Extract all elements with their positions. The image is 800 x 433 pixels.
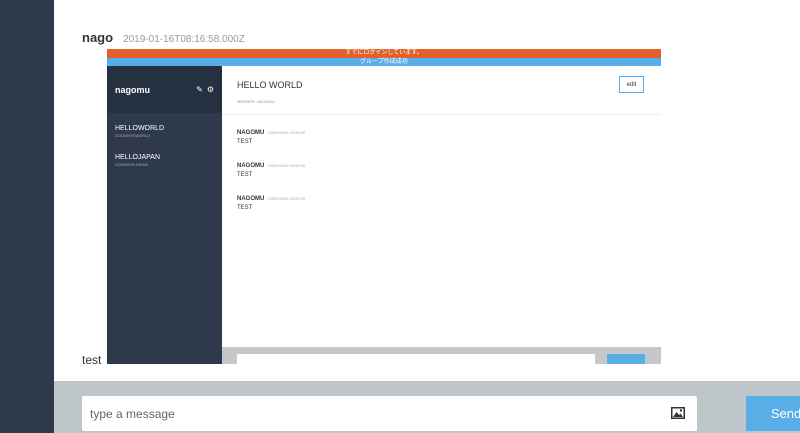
message-user: nago [82,30,114,45]
inner-group-item: HELLOJAPAN GOODBYEJAPAN [107,154,222,167]
inner-message-time: 0000/00/00 00:00:00 [268,163,306,168]
inner-main-header: HELLO WORLD MEMBER: NAGOMU edit [222,66,661,115]
inner-send-button [607,354,645,364]
message-form: Send [54,381,800,433]
inner-group-sub: GOODBYEWORLD [115,133,151,138]
group-alert: グループ作成成功 [107,58,661,66]
inner-message-time: 0000/00/00 00:00:00 [268,130,306,135]
inner-main: HELLO WORLD MEMBER: NAGOMU edit NAGOMU 0… [222,66,661,364]
inner-message: NAGOMU 0000/00/00 00:00:00 TEST [222,163,661,178]
message-image[interactable]: すでにログインしています。 グループ作成成功 nagomu ✎ ⚙ HELLOW… [107,49,661,364]
inner-message-body: TEST [237,205,253,211]
inner-message-input [237,354,595,364]
message-time: 2019-01-16T08:16:58.000Z [123,34,245,45]
inner-message: NAGOMU 0000/00/00 00:00:00 TEST [222,130,661,145]
inner-member-list: MEMBER: NAGOMU [237,99,275,104]
edit-icon: ✎ [196,85,203,94]
inner-user-name: nagomu [115,84,150,95]
inner-group-sub: GOODBYEJAPAN [115,162,148,167]
send-button[interactable]: Send [746,396,800,431]
inner-sidebar-header: nagomu ✎ ⚙ [107,66,222,113]
left-sidebar [0,0,54,433]
inner-message-form [222,347,661,364]
inner-group-name: HELLOWORLD [115,125,165,132]
inner-message-body: TEST [237,172,253,178]
inner-message-body: TEST [237,139,253,145]
message-input-wrapper [82,396,697,431]
inner-message-user: NAGOMU [237,163,265,169]
image-icon[interactable] [671,407,685,419]
inner-main-title: HELLO WORLD [237,80,303,90]
login-alert: すでにログインしています。 [107,49,661,58]
inner-message-user: NAGOMU [237,196,265,202]
gear-icon: ⚙ [206,85,214,94]
message-input[interactable] [82,396,662,431]
inner-message: NAGOMU 0000/00/00 00:00:00 TEST [222,196,661,211]
inner-group-name: HELLOJAPAN [115,154,160,161]
inner-sidebar: nagomu ✎ ⚙ HELLOWORLD GOODBYEWORLD HELLO… [107,66,222,364]
message-user: test [82,353,102,367]
inner-group-item: HELLOWORLD GOODBYEWORLD [107,125,222,138]
inner-edit-button: edit [619,76,644,93]
inner-message-user: NAGOMU [237,130,265,136]
inner-message-time: 0000/00/00 00:00:00 [268,196,306,201]
inner-app: nagomu ✎ ⚙ HELLOWORLD GOODBYEWORLD HELLO… [107,66,661,364]
message-header: nago 2019-01-16T08:16:58.000Z [82,30,245,45]
inner-icons: ✎ ⚙ [196,85,214,94]
